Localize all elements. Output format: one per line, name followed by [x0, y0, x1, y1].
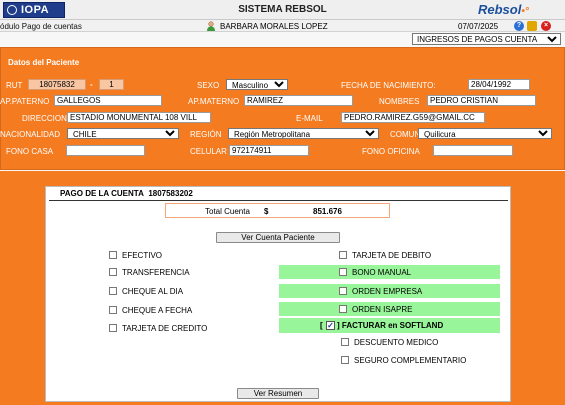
patient-section-title: Datos del Paciente: [8, 58, 80, 67]
tarjeta-debito-checkbox[interactable]: [339, 251, 347, 259]
fecha-nac-input[interactable]: 28/04/1992: [468, 79, 530, 90]
nombres-label: NOMBRES: [379, 97, 420, 106]
tarjeta-debito-label: TARJETA DE DEBITO: [352, 251, 432, 260]
nacionalidad-label: NACIONALIDAD: [0, 130, 61, 139]
orden-isapre-checkbox[interactable]: [339, 305, 347, 313]
rut-input[interactable]: 18075832: [28, 79, 86, 90]
tarjeta-credito-checkbox[interactable]: [109, 324, 117, 332]
payment-title-text: PAGO DE LA CUENTA: [60, 189, 144, 198]
total-currency: $: [264, 207, 269, 216]
user-icon: [207, 21, 215, 31]
rut-label: RUT: [6, 81, 23, 90]
help-icon[interactable]: ?: [514, 21, 524, 31]
facturar-softland-checkbox[interactable]: ✓: [326, 321, 335, 330]
celular-label: CELULAR: [190, 147, 227, 156]
nacionalidad-select[interactable]: CHILE: [67, 128, 179, 139]
transferencia-label: TRANSFERENCIA: [122, 268, 190, 277]
module-name: ódulo Pago de cuentas: [0, 22, 82, 31]
comuna-select[interactable]: Quilicura: [418, 128, 552, 139]
facturar-softland-label: ] FACTURAR en SOFTLAND: [337, 321, 444, 330]
tarjeta-credito-label: TARJETA DE CREDITO: [122, 324, 208, 333]
ap-paterno-input[interactable]: GALLEGOS: [54, 95, 162, 106]
ver-cuenta-button[interactable]: Ver Cuenta Paciente: [216, 232, 340, 243]
seguro-complementario-label: SEGURO COMPLEMENTARIO: [354, 356, 467, 365]
region-label: REGIÓN: [190, 130, 222, 139]
fono-casa-input[interactable]: [66, 145, 145, 156]
total-box: [165, 203, 390, 218]
descuento-medico-label: DESCUENTO MEDICO: [354, 338, 439, 347]
direccion-label: DIRECCION: [22, 114, 67, 123]
brand-dots-icon: •°: [521, 6, 529, 17]
fono-casa-label: FONO CASA: [6, 147, 54, 156]
rut-dv-input[interactable]: 1: [99, 79, 124, 90]
ap-materno-label: AP.MATERNO: [188, 97, 240, 106]
total-value: 851.676: [313, 207, 342, 216]
efectivo-checkbox[interactable]: [109, 251, 117, 259]
cheque-a-fecha-label: CHEQUE A FECHA: [122, 306, 193, 315]
orden-isapre-label: ORDEN ISAPRE: [352, 305, 413, 314]
descuento-medico-checkbox[interactable]: [341, 338, 349, 346]
sexo-label: SEXO: [197, 81, 220, 90]
transferencia-checkbox[interactable]: [109, 268, 117, 276]
account-number: 1807583202: [148, 189, 193, 198]
cheque-a-fecha-checkbox[interactable]: [109, 306, 117, 314]
email-input[interactable]: PEDRO.RAMIREZ.G59@GMAIL.CC: [341, 112, 485, 123]
celular-input[interactable]: 972174911: [229, 145, 309, 156]
user-name: BARBARA MORALES LOPEZ: [220, 22, 328, 31]
fono-oficina-label: FONO OFICINA: [362, 147, 420, 156]
seguro-complementario-checkbox[interactable]: [341, 356, 349, 364]
ap-paterno-label: AP.PATERNO: [0, 97, 50, 106]
sexo-select[interactable]: Masculino: [226, 79, 288, 90]
brand-logo: Rebsol•°: [478, 2, 529, 17]
bono-manual-checkbox[interactable]: [339, 268, 347, 276]
ver-resumen-button[interactable]: Ver Resumen: [237, 388, 319, 399]
payment-title-divider: [49, 200, 508, 201]
ingresos-pagos-select[interactable]: INGRESOS DE PAGOS CUENTA: [412, 33, 561, 45]
total-label: Total Cuenta: [205, 207, 250, 216]
bono-manual-label: BONO MANUAL: [352, 268, 412, 277]
close-icon[interactable]: ×: [541, 21, 551, 31]
payment-title: PAGO DE LA CUENTA 1807583202: [60, 189, 193, 198]
email-label: E-MAIL: [296, 114, 323, 123]
efectivo-label: EFECTIVO: [122, 251, 163, 260]
direccion-input[interactable]: ESTADIO MONUMENTAL 108 VILL: [67, 112, 211, 123]
current-date: 07/07/2025: [458, 22, 499, 31]
orden-empresa-label: ORDEN EMPRESA: [352, 287, 423, 296]
cheque-al-dia-checkbox[interactable]: [109, 287, 117, 295]
region-select[interactable]: Región Metropolitana: [228, 128, 379, 139]
orden-empresa-checkbox[interactable]: [339, 287, 347, 295]
fecha-nac-label: FECHA DE NACIMIENTO:: [341, 81, 436, 90]
cheque-al-dia-label: CHEQUE AL DIA: [122, 287, 184, 296]
nombres-input[interactable]: PEDRO CRISTIAN: [427, 95, 536, 106]
facturar-bracket: [: [320, 321, 323, 330]
lock-icon[interactable]: [527, 21, 537, 31]
ap-materno-input[interactable]: RAMIREZ: [244, 95, 353, 106]
rut-separator: -: [90, 80, 93, 89]
fono-oficina-input[interactable]: [433, 145, 513, 156]
brand-text: Rebsol: [478, 2, 522, 17]
